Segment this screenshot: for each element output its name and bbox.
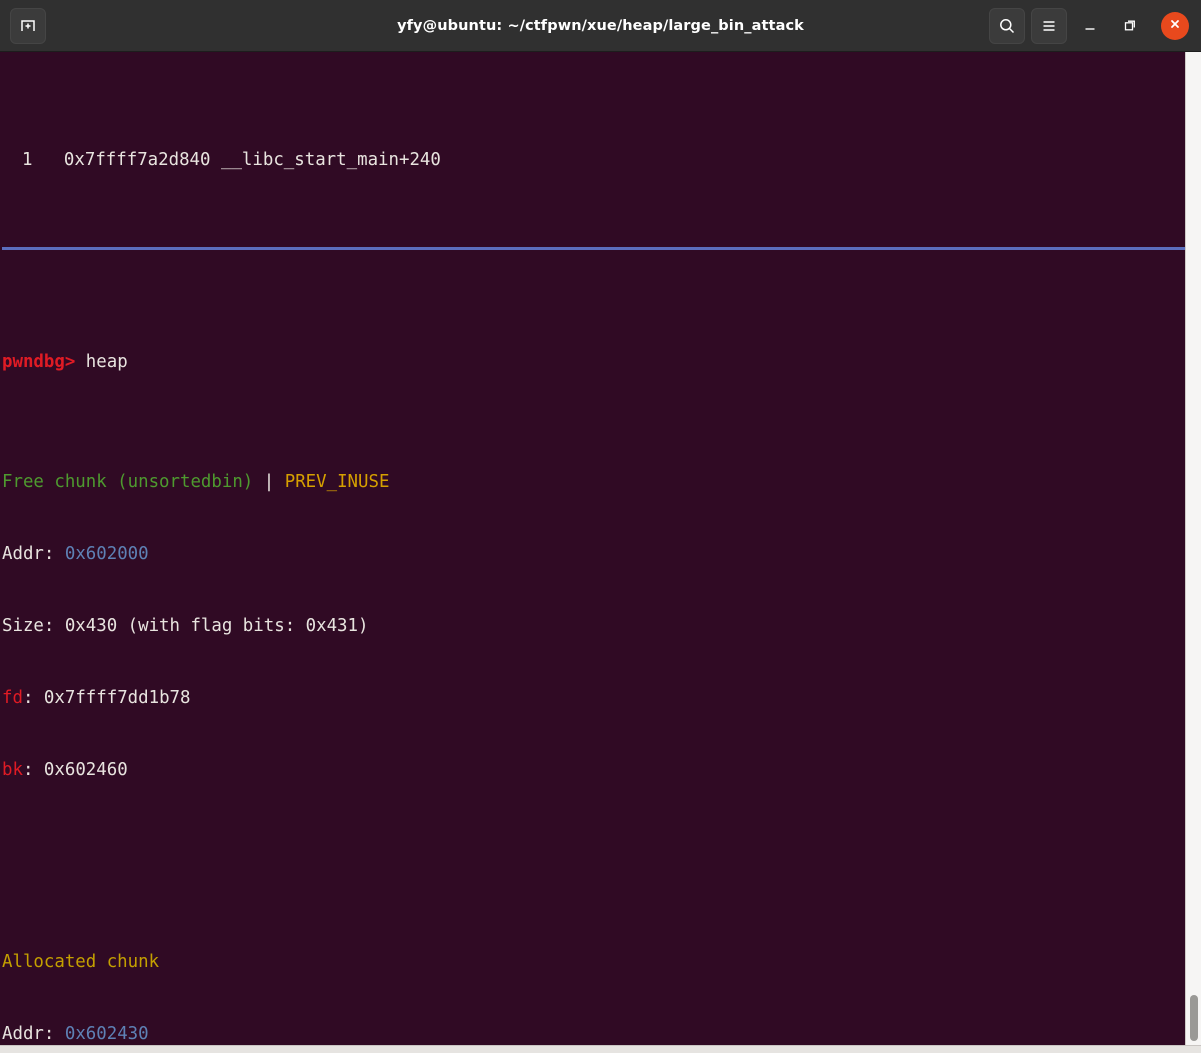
new-tab-button[interactable] xyxy=(10,7,46,44)
maximize-button[interactable] xyxy=(1113,8,1147,44)
fd-label: fd xyxy=(2,688,23,708)
window-titlebar: yfy@ubuntu: ~/ctfpwn/xue/heap/large_bin_… xyxy=(0,0,1201,52)
chunk-header: Allocated chunk xyxy=(2,950,1185,974)
chunk-addr-line: Addr: 0x602000 xyxy=(2,542,1185,566)
maximize-icon xyxy=(1121,17,1139,35)
chunk-header: Free chunk (unsortedbin) | PREV_INUSE xyxy=(2,470,1185,494)
pwndbg-separator xyxy=(2,247,1187,250)
scrollbar-thumb[interactable] xyxy=(1190,995,1198,1041)
backtrace-line: 1 0x7ffff7a2d840 __libc_start_main+240 xyxy=(2,148,1185,172)
chunk-size-line: Size: 0x430 (with flag bits: 0x431) xyxy=(2,616,369,636)
terminal-scroll-region[interactable]: 1 0x7ffff7a2d840 __libc_start_main+240 p… xyxy=(0,52,1187,1045)
search-icon xyxy=(998,17,1016,35)
prompt-line-heap: pwndbg> heap xyxy=(2,350,1185,374)
chunk-bk-line: bk: 0x602460 xyxy=(2,758,1185,782)
bk-colon: : xyxy=(22,760,34,780)
chunk-flags: PREV_INUSE xyxy=(284,472,390,492)
fd-colon: : xyxy=(22,688,34,708)
close-icon xyxy=(1168,16,1182,35)
titlebar-right-group xyxy=(989,7,1201,44)
chunk-bk: 0x602460 xyxy=(43,760,128,780)
chunk-addr: 0x602000 xyxy=(64,544,149,564)
window-bottom-strip xyxy=(0,1045,1201,1053)
chunk-addr: 0x602430 xyxy=(64,1024,149,1044)
chunk-type: Allocated chunk xyxy=(2,952,160,972)
bk-label: bk xyxy=(2,760,23,780)
minimize-button[interactable] xyxy=(1073,8,1107,44)
chunk-type: Free chunk (unsortedbin) xyxy=(2,472,254,492)
backtrace-index: 1 xyxy=(22,150,33,170)
backtrace-address: 0x7ffff7a2d840 xyxy=(63,150,211,170)
hamburger-menu-icon xyxy=(1040,17,1058,35)
titlebar-left-group xyxy=(0,7,46,44)
addr-label: Addr: xyxy=(2,544,55,564)
terminal-output: 1 0x7ffff7a2d840 __libc_start_main+240 p… xyxy=(0,52,1187,1045)
prompt-label: pwndbg> xyxy=(2,352,76,372)
search-button[interactable] xyxy=(989,7,1025,44)
backtrace-symbol: __libc_start_main+240 xyxy=(220,150,441,170)
menu-button[interactable] xyxy=(1031,7,1067,44)
addr-label: Addr: xyxy=(2,1024,55,1044)
command-heap: heap xyxy=(85,352,128,372)
terminal-window[interactable]: 1 0x7ffff7a2d840 __libc_start_main+240 p… xyxy=(0,52,1201,1045)
new-tab-icon xyxy=(19,17,37,35)
chunk-fd-line: fd: 0x7ffff7dd1b78 xyxy=(2,686,1185,710)
minimize-icon xyxy=(1081,17,1099,35)
chunk-fd: 0x7ffff7dd1b78 xyxy=(43,688,191,708)
chunk-addr-line: Addr: 0x602430 xyxy=(2,1022,1185,1045)
close-button[interactable] xyxy=(1161,11,1189,40)
chunk-flag-pipe: | xyxy=(263,472,275,492)
vertical-scrollbar[interactable] xyxy=(1185,52,1201,1045)
